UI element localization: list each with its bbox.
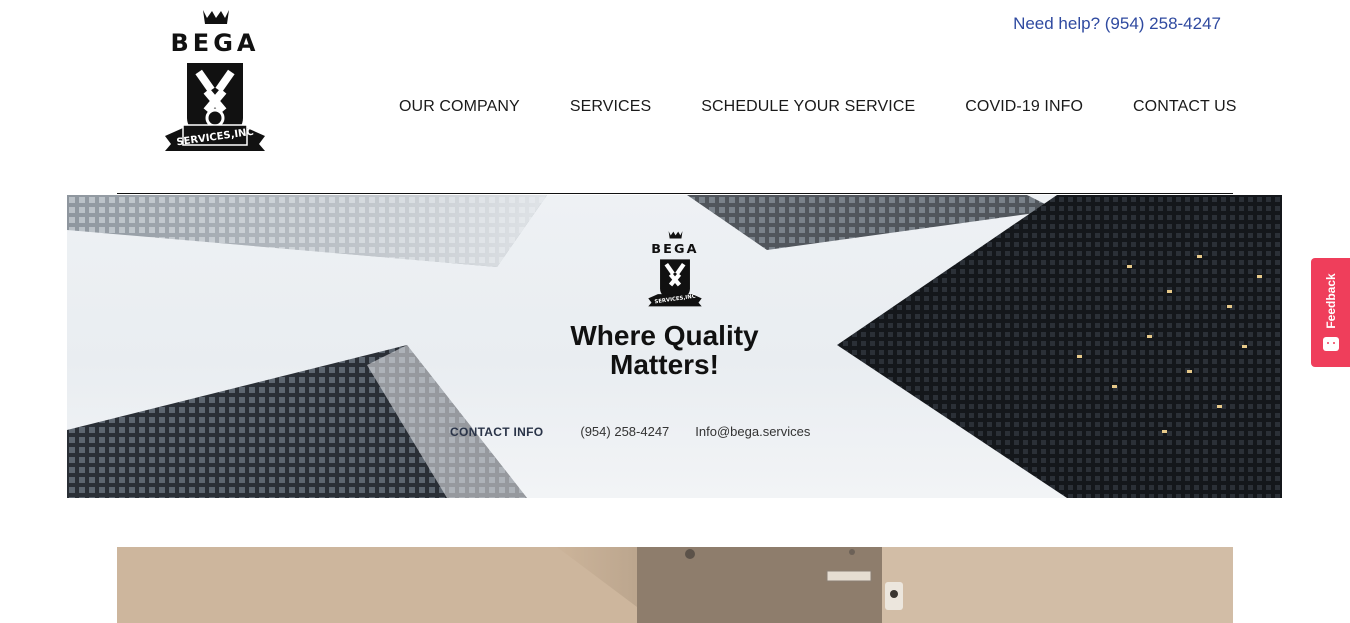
header-divider — [117, 193, 1233, 194]
main-nav: OUR COMPANY SERVICES SCHEDULE YOUR SERVI… — [399, 98, 1237, 116]
feedback-tab[interactable]: Feedback — [1311, 258, 1350, 367]
nav-covid-19-info[interactable]: COVID-19 INFO — [965, 98, 1083, 116]
nav-schedule-your-service[interactable]: SCHEDULE YOUR SERVICE — [701, 98, 915, 116]
hero-tagline: Where Quality Matters! — [67, 321, 1262, 379]
nav-contact-us[interactable]: CONTACT US — [1133, 98, 1237, 116]
hero-tagline-line2: Matters! — [610, 349, 719, 380]
help-phone-link[interactable]: Need help? (954) 258-4247 — [1013, 14, 1221, 34]
nav-services[interactable]: SERVICES — [570, 98, 651, 116]
hero-contact-info: CONTACT INFO (954) 258-4247 Info@bega.se… — [450, 424, 836, 439]
hero-banner: BEGA SERVICES,INC Where Quality Matters!… — [67, 195, 1282, 498]
site-logo[interactable]: BEGA SERVICES,INC — [163, 8, 267, 154]
feedback-label: Feedback — [1324, 273, 1338, 329]
nav-our-company[interactable]: OUR COMPANY — [399, 98, 520, 116]
contact-phone[interactable]: (954) 258-4247 — [580, 424, 669, 439]
hero-logo-wordmark: BEGA — [651, 242, 699, 257]
logo-wordmark: BEGA — [171, 29, 260, 57]
hero-tagline-line1: Where Quality — [570, 320, 759, 351]
hero-logo: BEGA SERVICES,INC — [646, 230, 704, 308]
feedback-smiley-icon — [1323, 337, 1339, 351]
contact-email[interactable]: Info@bega.services — [695, 424, 810, 439]
interior-photo — [117, 547, 1233, 623]
contact-info-label: CONTACT INFO — [450, 424, 544, 439]
